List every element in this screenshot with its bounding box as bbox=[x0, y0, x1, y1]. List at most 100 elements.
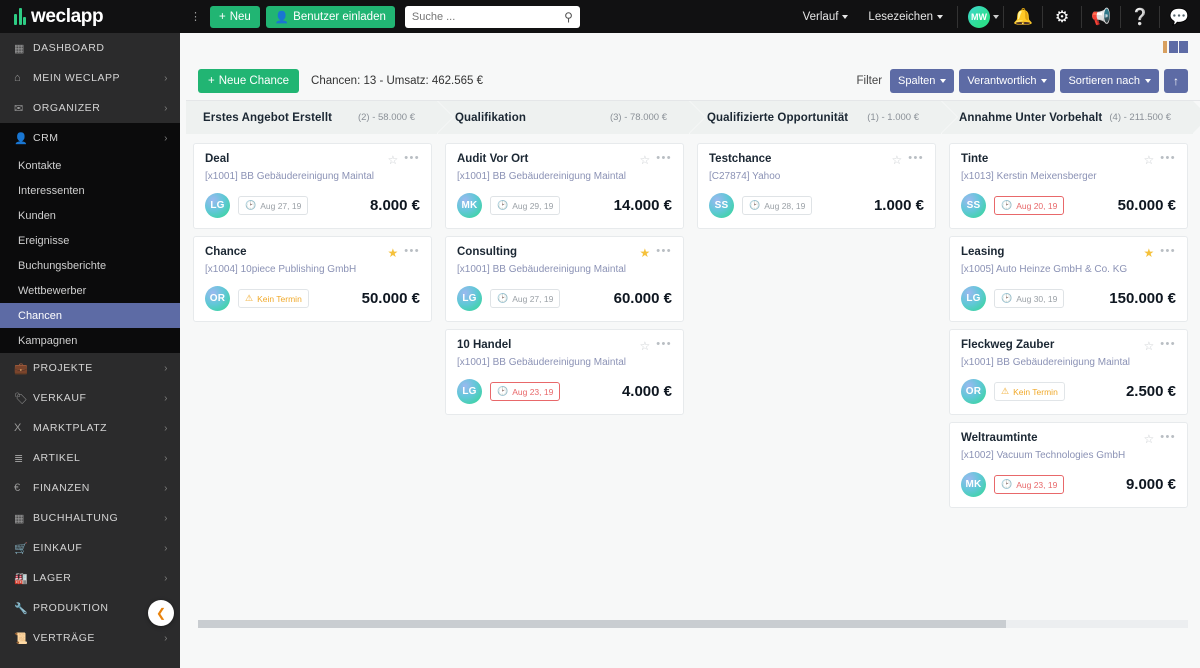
card-menu-icon[interactable]: ••• bbox=[908, 153, 924, 164]
card-menu-icon[interactable]: ••• bbox=[656, 339, 672, 350]
horizontal-scrollbar-track[interactable] bbox=[198, 620, 1188, 628]
chat-icon[interactable]: 💬 bbox=[1164, 0, 1194, 33]
card-menu-icon[interactable]: ••• bbox=[1160, 246, 1176, 257]
sidebar-item-dashboard[interactable]: ▦ DASHBOARD bbox=[0, 33, 180, 63]
card-menu-icon[interactable]: ••• bbox=[1160, 339, 1176, 350]
card-menu-icon[interactable]: ••• bbox=[1160, 153, 1176, 164]
favorite-star-icon[interactable]: ☆ bbox=[387, 153, 398, 167]
due-date-badge[interactable]: 🕑 Aug 23, 19 bbox=[490, 382, 561, 401]
avatar[interactable]: SS bbox=[709, 193, 734, 218]
brand-logo[interactable]: weclapp bbox=[0, 0, 186, 33]
favorite-star-icon[interactable]: ☆ bbox=[1143, 432, 1154, 446]
card-menu-icon[interactable]: ••• bbox=[656, 246, 672, 257]
sidebar-item-projekte[interactable]: 💼 PROJEKTE › bbox=[0, 353, 180, 383]
opportunity-card[interactable]: Deal ☆ ••• [x1001] BB Gebäudereinigung Main… bbox=[193, 143, 432, 229]
card-menu-icon[interactable]: ••• bbox=[1160, 432, 1176, 443]
avatar[interactable]: OR bbox=[205, 286, 230, 311]
search-input[interactable] bbox=[411, 10, 565, 23]
avatar[interactable]: LG bbox=[457, 286, 482, 311]
sidebar-item-finanzen[interactable]: € FINANZEN › bbox=[0, 473, 180, 503]
search-icon[interactable]: ⚲ bbox=[564, 10, 573, 24]
due-date-badge[interactable]: 🕑 Aug 23, 19 bbox=[994, 475, 1065, 494]
due-date-badge[interactable]: 🕑 Aug 29, 19 bbox=[490, 196, 561, 215]
due-date-badge[interactable]: 🕑 Aug 28, 19 bbox=[742, 196, 813, 215]
favorite-star-icon[interactable]: ★ bbox=[387, 246, 398, 260]
sort-button[interactable]: Sortieren nach bbox=[1060, 68, 1159, 93]
favorite-star-icon[interactable]: ☆ bbox=[891, 153, 902, 167]
help-icon[interactable]: ❔ bbox=[1125, 0, 1155, 33]
favorite-star-icon[interactable]: ☆ bbox=[639, 153, 650, 167]
card-menu-icon[interactable]: ••• bbox=[404, 153, 420, 164]
sidebar-item-verkauf[interactable]: 🏷 VERKAUF › bbox=[0, 383, 180, 413]
opportunity-card[interactable]: Chance ★ ••• [x1004] 10piece Publishing Gmb… bbox=[193, 236, 432, 322]
avatar[interactable]: LG bbox=[205, 193, 230, 218]
horizontal-scrollbar-thumb[interactable] bbox=[198, 620, 1006, 628]
avatar[interactable]: LG bbox=[457, 379, 482, 404]
sidebar-item-marktplatz[interactable]: X MARKTPLATZ › bbox=[0, 413, 180, 443]
favorite-star-icon[interactable]: ☆ bbox=[639, 339, 650, 353]
opportunity-card[interactable]: Fleckweg Zauber ☆ ••• [x1001] BB Gebäuderei… bbox=[949, 329, 1188, 415]
sidebar-item-organizer[interactable]: ✉ ORGANIZER › bbox=[0, 93, 180, 123]
new-opportunity-button[interactable]: + Neue Chance bbox=[198, 68, 300, 93]
sidebar-item-artikel[interactable]: ≣ ARTIKEL › bbox=[0, 443, 180, 473]
avatar[interactable]: MW bbox=[968, 5, 990, 28]
sidebar-subitem-chancen[interactable]: Chancen bbox=[0, 303, 180, 328]
sidebar-collapse-button[interactable]: ❮ bbox=[148, 600, 174, 626]
responsible-button[interactable]: Verantwortlich bbox=[959, 68, 1056, 93]
invite-user-button[interactable]: 👤 Benutzer einladen bbox=[265, 5, 395, 28]
due-date-badge[interactable]: 🕑 Aug 27, 19 bbox=[490, 289, 561, 308]
new-button[interactable]: + Neu bbox=[210, 5, 260, 28]
avatar[interactable]: SS bbox=[961, 193, 986, 218]
opportunity-card[interactable]: Consulting ★ ••• [x1001] BB Gebäudereinigun… bbox=[445, 236, 684, 322]
due-date-badge[interactable]: 🕑 Aug 20, 19 bbox=[994, 196, 1065, 215]
due-date-badge[interactable]: 🕑 Aug 30, 19 bbox=[994, 289, 1065, 308]
opportunity-card[interactable]: Audit Vor Ort ☆ ••• [x1001] BB Gebäudereini… bbox=[445, 143, 684, 229]
lesezeichen-menu[interactable]: Lesezeichen bbox=[858, 11, 953, 23]
sidebar-item-einkauf[interactable]: 🛒 EINKAUF › bbox=[0, 533, 180, 563]
sidebar-subitem-ereignisse[interactable]: Ereignisse bbox=[0, 228, 180, 253]
kanban-view-icon[interactable] bbox=[1163, 41, 1188, 53]
card-menu-icon[interactable]: ••• bbox=[656, 153, 672, 164]
favorite-star-icon[interactable]: ☆ bbox=[1143, 153, 1154, 167]
sidebar-subitem-kontakte[interactable]: Kontakte bbox=[0, 153, 180, 178]
opportunity-card[interactable]: Weltraumtinte ☆ ••• [x1002] Vacuum Technolo… bbox=[949, 422, 1188, 508]
sidebar-item-buchhaltung[interactable]: ▦ BUCHHALTUNG › bbox=[0, 503, 180, 533]
megaphone-icon[interactable]: 📢 bbox=[1086, 0, 1116, 33]
avatar[interactable]: MK bbox=[457, 193, 482, 218]
bell-icon[interactable]: 🔔 bbox=[1008, 0, 1038, 33]
gear-icon[interactable]: ⚙ bbox=[1047, 0, 1077, 33]
due-date-badge[interactable]: 🕑 Aug 27, 19 bbox=[238, 196, 309, 215]
card-menu-icon[interactable]: ••• bbox=[404, 246, 420, 257]
collapse-toolbar-button[interactable]: ↑ bbox=[1164, 68, 1188, 93]
opportunity-card[interactable]: Leasing ★ ••• [x1005] Auto Heinze GmbH & Co… bbox=[949, 236, 1188, 322]
verlauf-menu[interactable]: Verlauf bbox=[793, 11, 859, 23]
due-date-badge[interactable]: ⚠ Kein Termin bbox=[238, 289, 309, 308]
sidebar-item-lager[interactable]: 🏭 LAGER › bbox=[0, 563, 180, 593]
opportunity-card[interactable]: Tinte ☆ ••• [x1013] Kerstin Meixensberger SS… bbox=[949, 143, 1188, 229]
avatar[interactable]: LG bbox=[961, 286, 986, 311]
due-date-badge[interactable]: ⚠ Kein Termin bbox=[994, 382, 1065, 401]
search-box[interactable]: ⚲ bbox=[404, 5, 580, 28]
avatar[interactable]: MK bbox=[961, 472, 986, 497]
avatar[interactable]: OR bbox=[961, 379, 986, 404]
warning-icon: ⚠ bbox=[1001, 386, 1010, 396]
opportunity-card[interactable]: Testchance ☆ ••• [C27874] Yahoo SS 🕑 Aug 28, 1… bbox=[697, 143, 936, 229]
chevron-down-icon bbox=[940, 78, 947, 83]
sidebar-toggle-icon[interactable]: ⋮ bbox=[190, 11, 201, 22]
sidebar-subitem-kunden[interactable]: Kunden bbox=[0, 203, 180, 228]
sidebar-subitem-interessenten[interactable]: Interessenten bbox=[0, 178, 180, 203]
sidebar-item-vertraege[interactable]: 📜 VERTRÄGE › bbox=[0, 623, 180, 653]
sidebar-item-label: MARKTPLATZ bbox=[33, 422, 108, 434]
opportunity-card[interactable]: 10 Handel ☆ ••• [x1001] BB Gebäudereinigung… bbox=[445, 329, 684, 415]
chevron-down-icon[interactable] bbox=[993, 14, 999, 19]
column-meta: (2) - 58.000 € bbox=[357, 112, 415, 123]
favorite-star-icon[interactable]: ★ bbox=[1143, 246, 1154, 260]
sidebar-subitem-buchungsberichte[interactable]: Buchungsberichte bbox=[0, 253, 180, 278]
sidebar-subitem-kampagnen[interactable]: Kampagnen bbox=[0, 328, 180, 353]
columns-button[interactable]: Spalten bbox=[890, 68, 955, 93]
sidebar-item-mein-weclapp[interactable]: ⌂ MEIN WECLAPP › bbox=[0, 63, 180, 93]
sidebar-subitem-wettbewerber[interactable]: Wettbewerber bbox=[0, 278, 180, 303]
sidebar-item-crm[interactable]: 👤 CRM › bbox=[0, 123, 180, 153]
favorite-star-icon[interactable]: ★ bbox=[639, 246, 650, 260]
favorite-star-icon[interactable]: ☆ bbox=[1143, 339, 1154, 353]
